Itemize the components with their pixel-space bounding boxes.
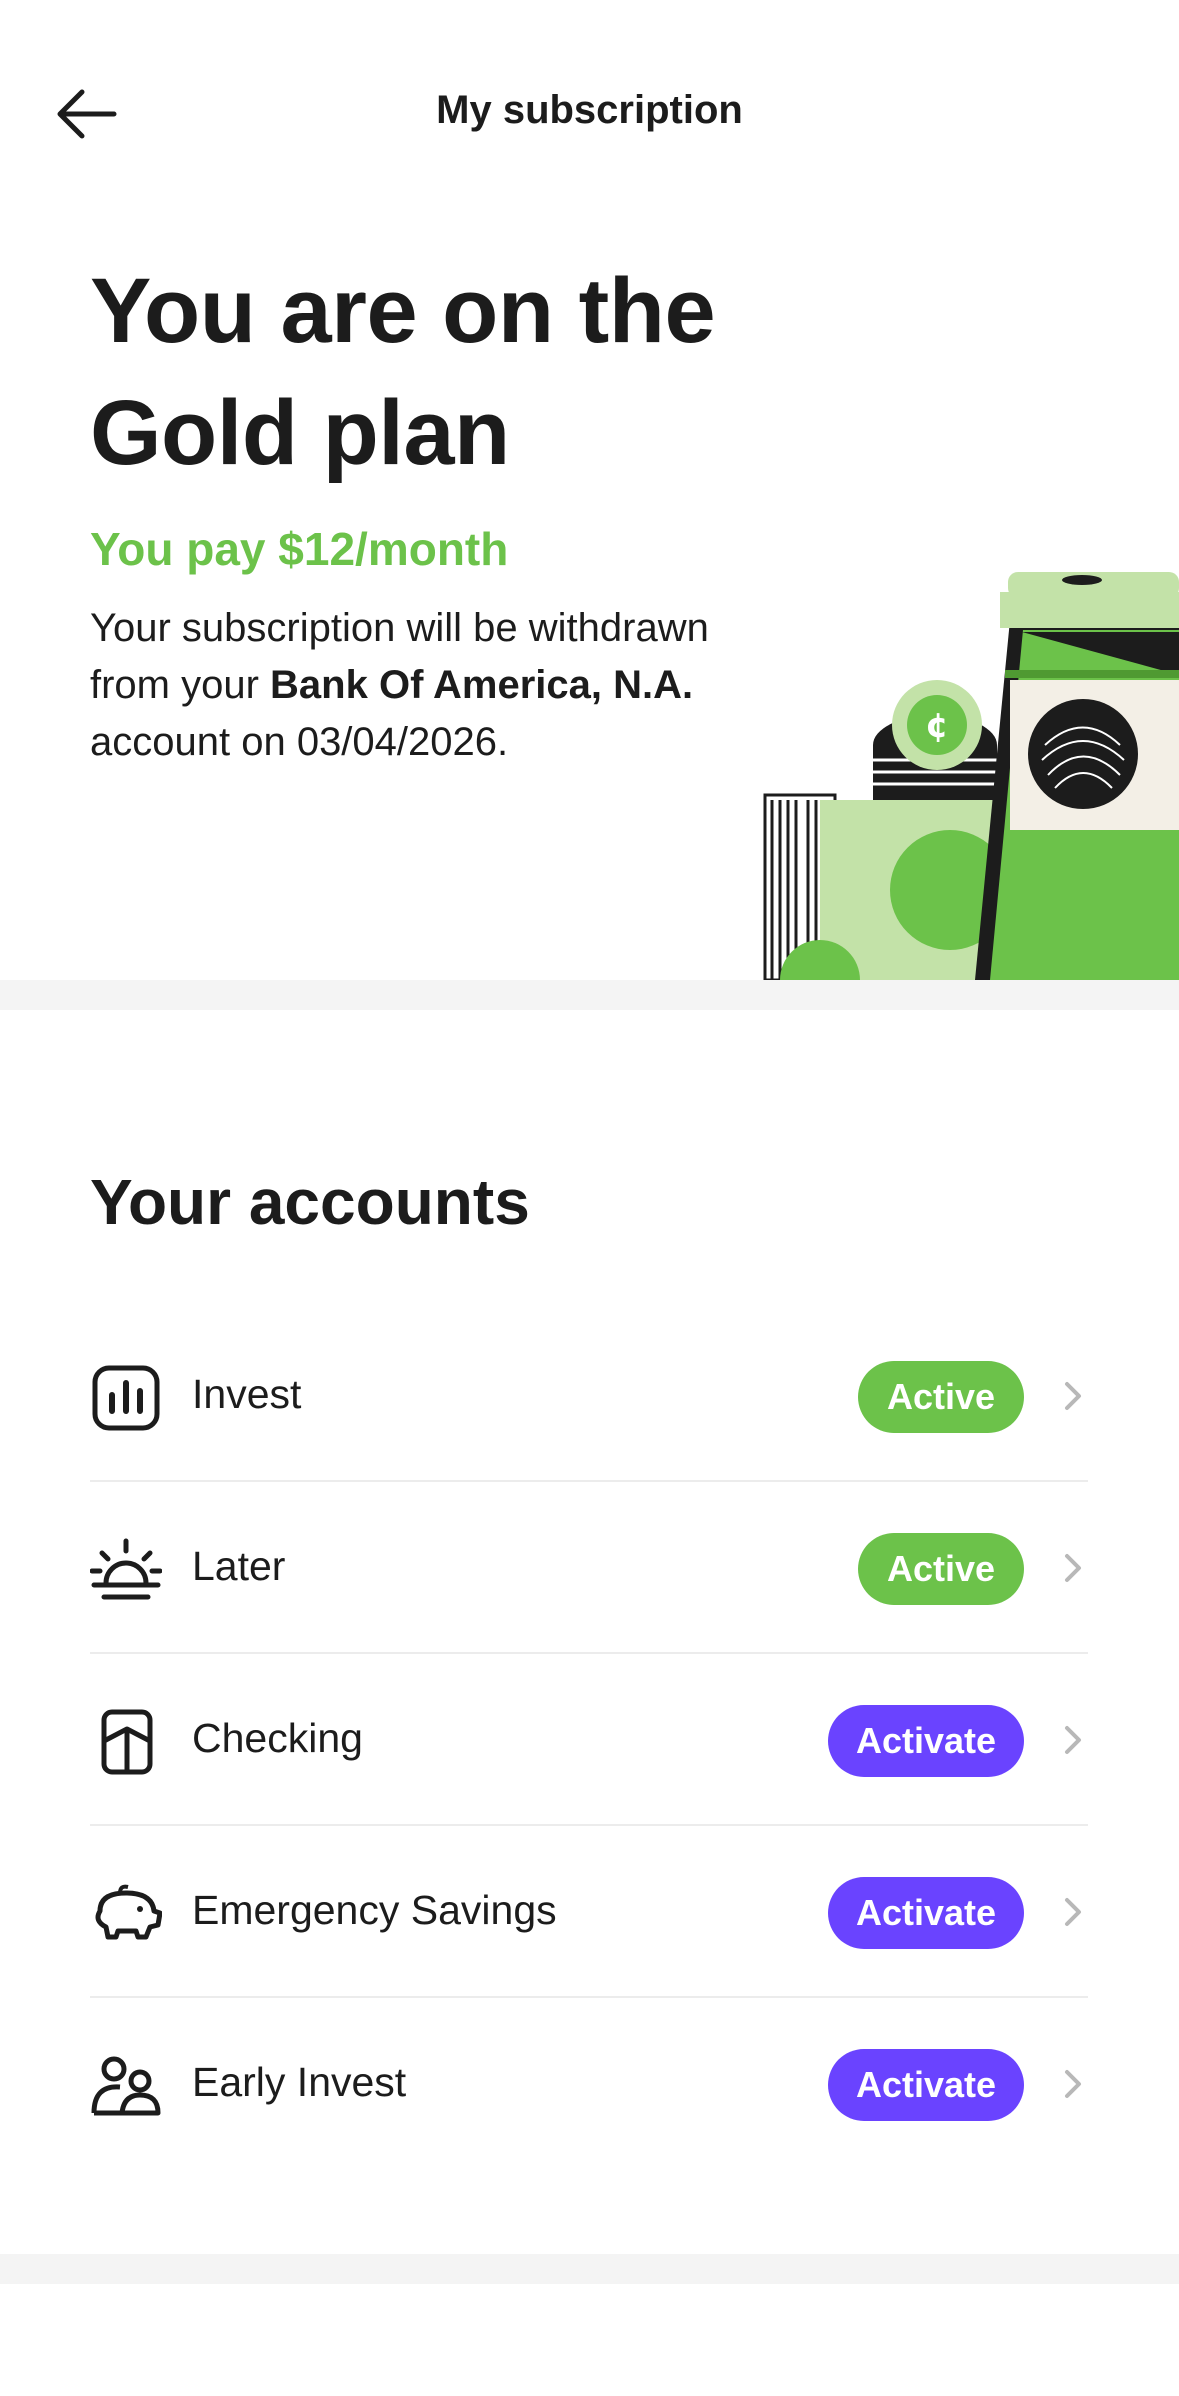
- section-divider: [0, 980, 1179, 1010]
- chevron-right-icon: [1065, 1382, 1081, 1410]
- piggy-bank-icon: [95, 1884, 162, 1940]
- chevron-right-icon: [1065, 1554, 1081, 1582]
- plan-headline: You are on the Gold plan: [90, 260, 716, 484]
- top-bar: My subscription: [0, 0, 1179, 230]
- chevron-right-icon: [1065, 1726, 1081, 1754]
- chevron-right-icon: [1065, 1898, 1081, 1926]
- activate-button[interactable]: Activate: [828, 2049, 1024, 2121]
- bank-name: Bank Of America, N.A.: [270, 663, 694, 707]
- status-badge[interactable]: Active: [858, 1361, 1024, 1433]
- desc-suffix: account on 03/04/2026.: [90, 720, 509, 764]
- account-row-emergency-savings[interactable]: Emergency Savings Activate: [90, 1826, 1088, 1998]
- account-row-later[interactable]: Later Active: [90, 1482, 1088, 1654]
- coffee-cup-cash-illustration: ¢: [763, 572, 1179, 980]
- bar-chart-icon: [92, 1365, 160, 1431]
- account-row-early-invest[interactable]: Early Invest Activate: [90, 1998, 1088, 2168]
- plan-price: You pay $12/month: [90, 523, 509, 575]
- svg-text:¢: ¢: [925, 706, 949, 746]
- chevron-right-icon: [1065, 2070, 1081, 2098]
- account-label: Emergency Savings: [192, 1887, 557, 1933]
- account-row-checking[interactable]: Checking Activate: [90, 1654, 1088, 1826]
- section-divider-bottom: [0, 2254, 1179, 2284]
- page-title: My subscription: [436, 88, 743, 132]
- activate-button[interactable]: Activate: [828, 1705, 1024, 1777]
- account-label: Checking: [192, 1715, 363, 1761]
- account-label: Later: [192, 1543, 286, 1589]
- account-label: Invest: [192, 1371, 302, 1417]
- activate-button[interactable]: Activate: [828, 1877, 1024, 1949]
- family-icon: [91, 2056, 161, 2116]
- plan-hero: You are on the Gold plan You pay $12/mon…: [0, 230, 1179, 980]
- status-badge[interactable]: Active: [858, 1533, 1024, 1605]
- plan-description: Your subscription will be withdrawn from…: [90, 600, 710, 771]
- account-row-invest[interactable]: Invest Active: [90, 1310, 1088, 1482]
- card-icon: [101, 1709, 153, 1775]
- account-label: Early Invest: [192, 2059, 407, 2105]
- sunrise-icon: [90, 1538, 162, 1600]
- accounts-list: Invest Active Later Active Checking Acti…: [90, 1310, 1088, 2168]
- accounts-title: Your accounts: [90, 1166, 530, 1238]
